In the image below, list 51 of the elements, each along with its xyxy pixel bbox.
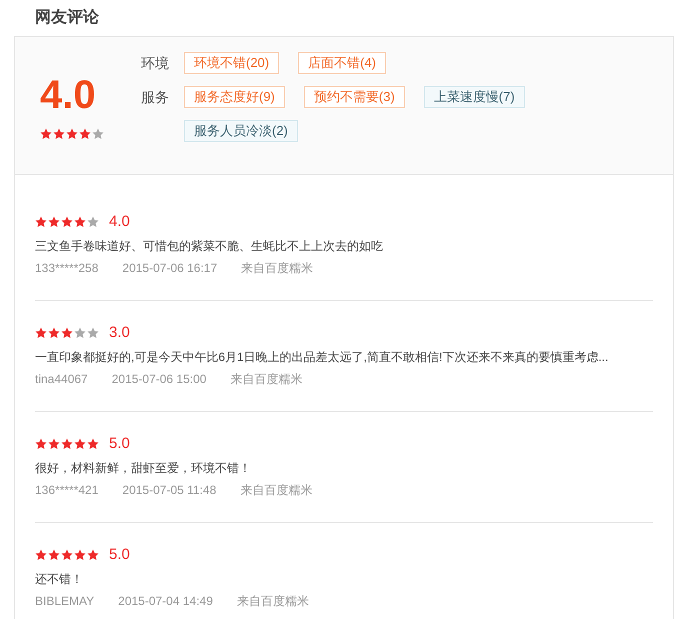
filled-star-icon — [74, 438, 86, 450]
category-label: 服务 — [141, 88, 170, 107]
filled-star-icon — [48, 216, 60, 228]
review-time: 2015-07-06 16:17 — [122, 260, 218, 277]
review-text: 一直印象都挺好的,可是今天中午比6月1日晚上的出品差太远了,简直不敢相信!下次还来不来真的要慎重考虑... — [35, 349, 608, 366]
filled-star-icon — [87, 438, 99, 450]
review-user: 136*****421 — [35, 482, 98, 499]
filled-star-icon — [48, 549, 60, 561]
review-text: 三文鱼手卷味道好、可惜包的紫菜不脆、生蚝比不上上次去的如吃 — [35, 238, 383, 255]
review-time: 2015-07-05 11:48 — [122, 482, 216, 499]
filled-star-icon — [35, 327, 47, 339]
filled-star-icon — [35, 216, 47, 228]
filled-star-icon — [53, 128, 65, 140]
filled-star-icon — [61, 216, 73, 228]
review-time: 2015-07-06 15:00 — [112, 371, 206, 388]
review-score: 5.0 — [109, 544, 130, 565]
filled-star-icon — [74, 216, 86, 228]
review-score: 5.0 — [109, 434, 130, 454]
review-user: BIBLEMAY — [35, 593, 94, 610]
filled-star-icon — [48, 327, 60, 339]
filled-star-icon — [74, 549, 86, 561]
filled-star-icon — [87, 549, 99, 561]
section-title: 网友评论 — [35, 8, 99, 28]
review-time: 2015-07-04 14:49 — [118, 593, 213, 610]
tag-chip[interactable]: 服务人员冷淡(2) — [184, 120, 298, 142]
review-user: tina44067 — [35, 371, 88, 388]
filled-star-icon — [66, 128, 78, 140]
category-label: 环境 — [141, 54, 170, 73]
review-source: 来自百度糯米 — [240, 482, 312, 499]
review-source: 来自百度糯米 — [236, 593, 309, 610]
filled-star-icon — [61, 327, 73, 339]
tag-chip[interactable]: 服务态度好(9) — [184, 86, 285, 108]
review-score: 4.0 — [109, 212, 130, 232]
filled-star-icon — [40, 128, 52, 140]
review-user: 133*****258 — [35, 260, 98, 277]
review-source: 来自百度糯米 — [230, 371, 302, 388]
filled-star-icon — [61, 549, 73, 561]
review-score: 3.0 — [109, 322, 130, 343]
tag-chip[interactable]: 预约不需要(3) — [304, 86, 405, 108]
average-score: 4.0 — [40, 73, 96, 117]
filled-star-icon — [79, 128, 91, 140]
tag-chip[interactable]: 上菜速度慢(7) — [424, 86, 525, 108]
review-text: 很好，材料新鲜，甜虾至爱，环境不错！ — [35, 460, 251, 477]
filled-star-icon — [35, 438, 47, 450]
filled-star-icon — [35, 549, 47, 561]
tag-chip[interactable]: 店面不错(4) — [298, 52, 386, 74]
filled-star-icon — [61, 438, 73, 450]
tag-chip[interactable]: 环境不错(20) — [184, 52, 280, 74]
review-text: 还不错！ — [35, 571, 83, 588]
filled-star-icon — [48, 438, 60, 450]
review-source: 来自百度糯米 — [241, 260, 314, 277]
